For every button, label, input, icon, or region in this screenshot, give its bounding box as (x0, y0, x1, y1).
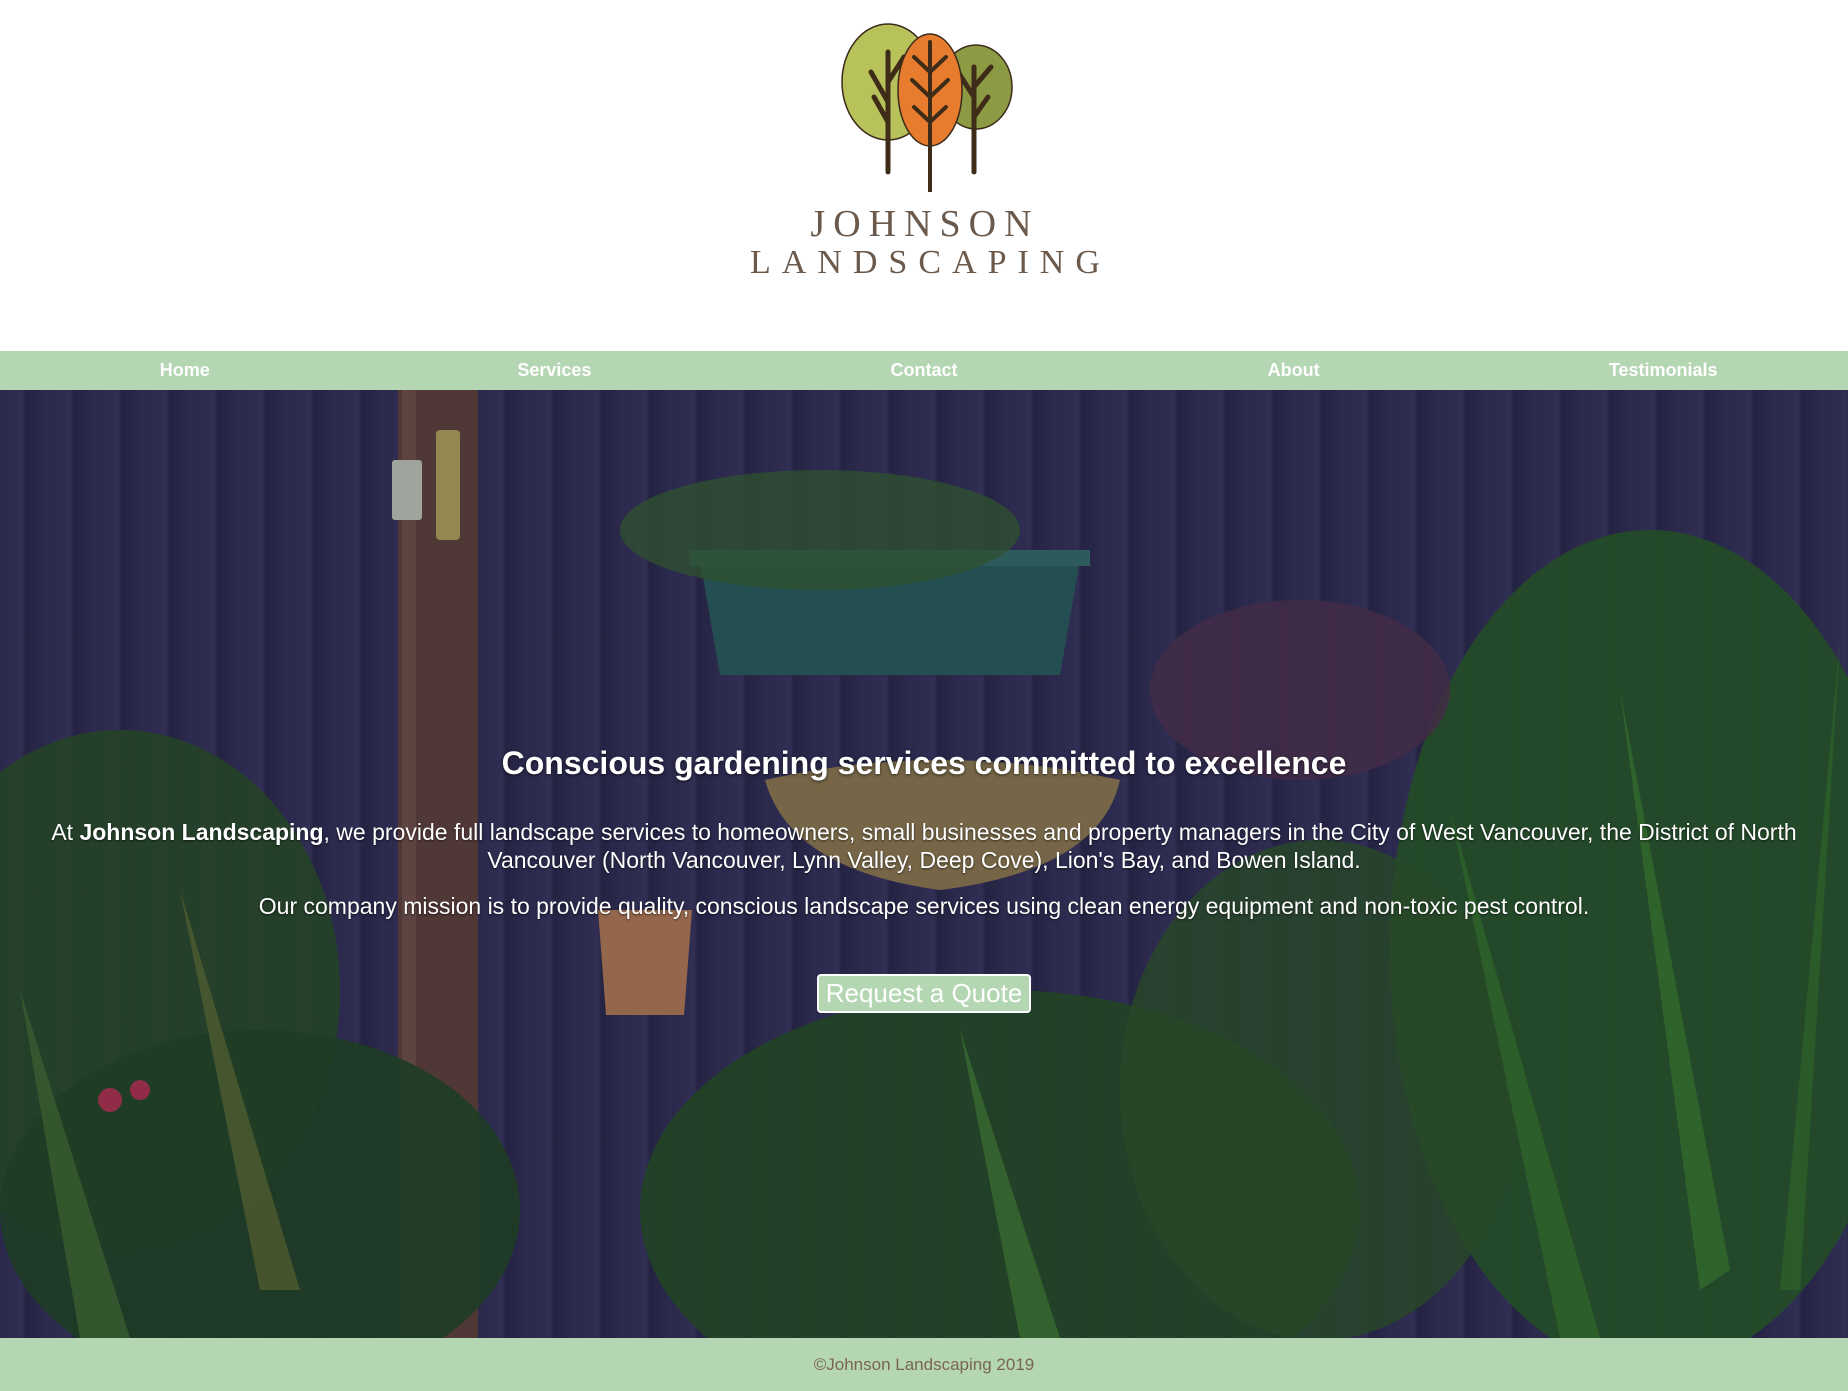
intro-brand: Johnson Landscaping (79, 819, 324, 845)
nav-item-home[interactable]: Home (0, 360, 370, 381)
logo-line-2: LANDSCAPING (750, 244, 1111, 281)
site-header: JOHNSON LANDSCAPING (0, 0, 1848, 351)
hero-mission: Our company mission is to provide qualit… (258, 893, 1590, 919)
hero-section: Conscious gardening services committed t… (0, 390, 1848, 1338)
nav-item-testimonials[interactable]: Testimonials (1478, 360, 1848, 381)
main-nav: Home Services Contact About Testimonials (0, 351, 1848, 390)
intro-rest: , we provide full landscape services to … (323, 819, 1797, 873)
logo-line-1: JOHNSON (810, 203, 1040, 245)
company-logo[interactable]: JOHNSON LANDSCAPING (750, 12, 1100, 302)
hero-intro: At Johnson Landscaping, we provide full … (9, 818, 1839, 874)
site-footer: ©Johnson Landscaping 2019 (0, 1338, 1848, 1391)
three-trees-logo-icon (841, 23, 1013, 192)
request-quote-button[interactable]: Request a Quote (816, 974, 1032, 1013)
nav-item-services[interactable]: Services (370, 360, 740, 381)
nav-item-about[interactable]: About (1109, 360, 1479, 381)
hero-content: Conscious gardening services committed t… (0, 745, 1848, 1013)
nav-item-contact[interactable]: Contact (739, 360, 1109, 381)
copyright-text: ©Johnson Landscaping 2019 (813, 1354, 1035, 1374)
intro-prefix: At (51, 819, 80, 845)
hero-title: Conscious gardening services committed t… (501, 745, 1347, 781)
